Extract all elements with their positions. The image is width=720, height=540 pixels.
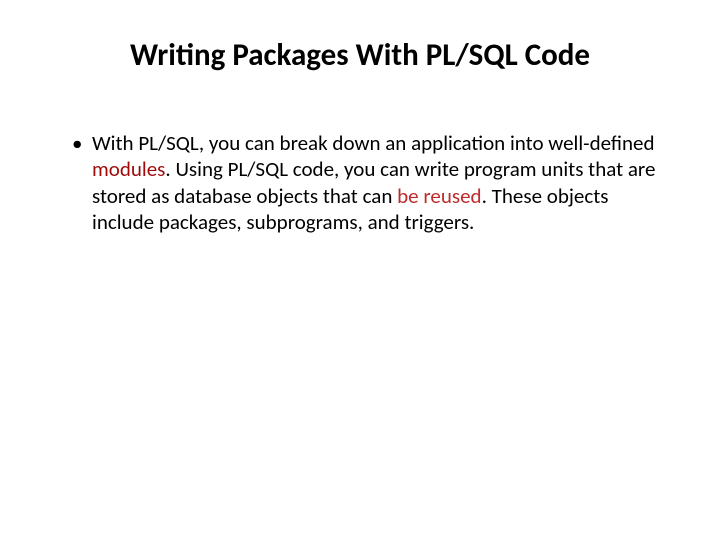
- slide-title: Writing Packages With PL/SQL Code: [48, 36, 672, 74]
- bullet-item: With PL/SQL, you can break down an appli…: [72, 130, 672, 235]
- bullet-text-1: With PL/SQL, you can break down an appli…: [92, 130, 655, 156]
- emphasis-modules: modules: [92, 156, 165, 182]
- slide: Writing Packages With PL/SQL Code With P…: [0, 0, 720, 540]
- bullet-list: With PL/SQL, you can break down an appli…: [48, 130, 672, 235]
- emphasis-reused: be reused: [397, 183, 481, 209]
